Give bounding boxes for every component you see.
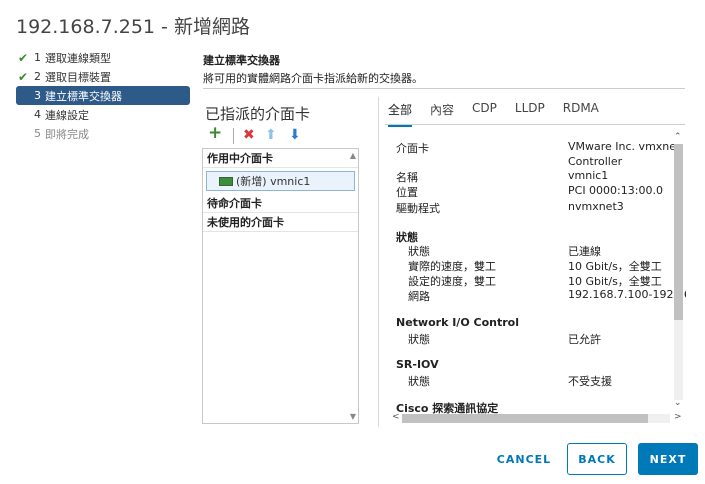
step-4[interactable]: 4 連線設定 (16, 105, 190, 124)
scroll-up-icon[interactable]: ▲ (350, 151, 356, 160)
remove-icon[interactable]: ✖ (243, 126, 255, 144)
wizard-steps: ✔ 1 選取連線類型 ✔ 2 選取目標裝置 3 建立標準交換器 4 連線設定 5… (16, 48, 190, 143)
group-standby-adapters: 待命介面卡 (203, 194, 358, 213)
nioc-status-value: 已允許 (568, 333, 601, 346)
step-3[interactable]: 3 建立標準交換器 (16, 86, 190, 105)
network-card-icon (219, 176, 233, 186)
nioc-section-title: Network I/O Control (396, 316, 519, 329)
step-1[interactable]: ✔ 1 選取連線類型 (16, 48, 190, 67)
check-icon: ✔ (18, 50, 29, 65)
sriov-section-title: SR-IOV (396, 358, 439, 371)
step-5: 5 即將完成 (34, 127, 89, 141)
step-2[interactable]: ✔ 2 選取目標裝置 (16, 67, 190, 86)
scroll-down-icon[interactable]: ▼ (350, 412, 356, 421)
section-title: 建立標準交換器 (203, 54, 280, 67)
status-value: 已連線 (568, 245, 601, 258)
config-speed-value: 10 Gbit/s，全雙工 (568, 275, 662, 288)
section-subtitle: 將可用的實體網路介面卡指派給新的交換器。 (203, 72, 423, 85)
scroll-right-icon[interactable]: > (674, 412, 682, 422)
next-button[interactable]: NEXT (638, 443, 698, 475)
status-label: 狀態 (408, 245, 430, 258)
toolbar-divider (233, 128, 234, 144)
adapter-details: 介面卡 VMware Inc. vmxne Controller 名稱 vmni… (386, 126, 686, 426)
driver-label: 驅動程式 (396, 202, 440, 215)
driver-value: nvmxnet3 (568, 200, 624, 213)
scroll-up-icon[interactable]: ⌃ (674, 132, 682, 142)
scroll-left-icon[interactable]: < (392, 412, 400, 422)
adapter-value-2: Controller (568, 155, 623, 168)
scroll-down-icon[interactable]: ⌄ (674, 398, 682, 408)
vertical-scrollbar[interactable]: ⌃ ⌄ (672, 132, 684, 410)
tab-underline (385, 124, 685, 125)
scroll-thumb[interactable] (402, 414, 648, 423)
assigned-adapters-title: 已指派的介面卡 (205, 105, 311, 123)
sriov-status-label: 狀態 (408, 375, 430, 388)
name-value: vmnic1 (568, 169, 609, 182)
nic-label: (新增) vmnic1 (236, 175, 311, 188)
network-label: 網路 (408, 290, 430, 303)
name-label: 名稱 (396, 171, 418, 184)
adapter-value: VMware Inc. vmxne (568, 140, 677, 153)
sriov-status-value: 不受支援 (568, 375, 612, 388)
add-icon[interactable]: + (208, 124, 222, 142)
group-active-adapters: 作用中介面卡 (203, 149, 358, 168)
location-value: PCI 0000:13:00.0 (568, 184, 663, 197)
group-unused-adapters: 未使用的介面卡 (203, 213, 358, 232)
back-button[interactable]: BACK (567, 443, 627, 475)
horizontal-scrollbar[interactable]: < > (390, 412, 684, 424)
dialog-title: 192.168.7.251 - 新增網路 (16, 16, 250, 38)
nioc-status-label: 狀態 (408, 333, 430, 346)
move-up-icon[interactable]: ⬆ (265, 126, 277, 144)
check-icon: ✔ (18, 69, 29, 84)
move-down-icon[interactable]: ⬇ (289, 126, 301, 144)
adapter-list[interactable]: 作用中介面卡 (新增) vmnic1 待命介面卡 未使用的介面卡 ▲ ▼ (202, 148, 359, 424)
adapter-label: 介面卡 (396, 142, 429, 155)
actual-speed-label: 實際的速度，雙工 (408, 260, 496, 273)
config-speed-label: 設定的速度，雙工 (408, 275, 496, 288)
network-value: 192.168.7.100-192.16 (568, 288, 686, 301)
scroll-thumb[interactable] (674, 144, 683, 320)
location-label: 位置 (396, 186, 418, 199)
divider (203, 88, 685, 89)
list-item-vmnic1[interactable]: (新增) vmnic1 (206, 171, 355, 191)
panel-divider (378, 97, 379, 427)
cancel-button[interactable]: CANCEL (495, 443, 553, 475)
actual-speed-value: 10 Gbit/s，全雙工 (568, 260, 662, 273)
